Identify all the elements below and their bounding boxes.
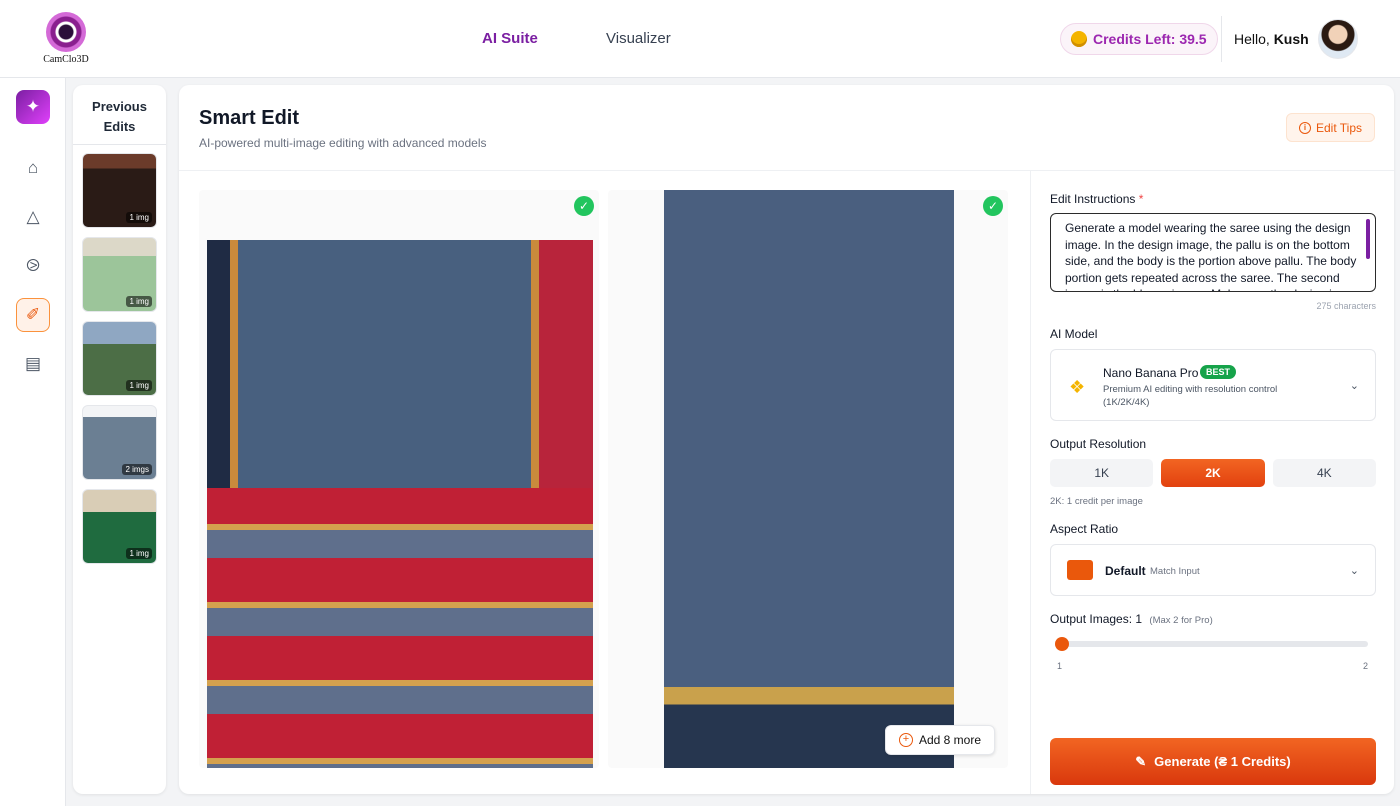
ai-model-dropdown[interactable]: ❖ Nano Banana Pro BEST Premium AI editin… bbox=[1050, 349, 1376, 421]
instructions-label: Edit Instructions * bbox=[1050, 192, 1143, 206]
coins-icon bbox=[1071, 31, 1087, 47]
selected-check-icon[interactable]: ✓ bbox=[574, 196, 594, 216]
instructions-scrollbar[interactable] bbox=[1366, 219, 1370, 259]
required-mark: * bbox=[1138, 192, 1144, 206]
character-count: 275 characters bbox=[1316, 301, 1376, 311]
aspect-ratio-label: Aspect Ratio bbox=[1050, 522, 1119, 536]
generate-button[interactable]: ✎ Generate (₴ 1 Credits) bbox=[1050, 738, 1376, 785]
image-count-badge: 2 imgs bbox=[122, 464, 152, 475]
previous-edit-thumbnail[interactable]: 1 img bbox=[82, 321, 157, 396]
previous-edit-thumbnail[interactable]: 2 imgs bbox=[82, 405, 157, 480]
edit-instructions-input[interactable] bbox=[1050, 213, 1376, 292]
gallery-icon[interactable]: ▤ bbox=[16, 347, 50, 381]
input-image-design[interactable] bbox=[199, 190, 599, 768]
hanger-icon[interactable]: △ bbox=[16, 200, 50, 234]
model-description: Premium AI editing with resolution contr… bbox=[1103, 384, 1278, 408]
output-images-max: (Max 2 for Pro) bbox=[1149, 615, 1213, 626]
camera-logo-icon bbox=[46, 12, 86, 52]
chevron-down-icon: ⌄ bbox=[1349, 380, 1359, 392]
output-images-text: Output Images: 1 bbox=[1050, 612, 1143, 626]
add-more-label: Add 8 more bbox=[918, 733, 982, 747]
model-name: Nano Banana Pro bbox=[1103, 366, 1199, 380]
home-icon[interactable]: ⌂ bbox=[16, 151, 50, 185]
resolution-4k-button[interactable]: 4K bbox=[1272, 459, 1376, 487]
pencil-icon: ✎ bbox=[1135, 753, 1147, 769]
previous-edits-title: Previous Edits bbox=[73, 97, 166, 137]
blouse-fabric-image bbox=[664, 190, 954, 768]
aspect-name: Default bbox=[1105, 564, 1146, 578]
image-count-badge: 1 img bbox=[126, 212, 152, 223]
edit-tips-label: Edit Tips bbox=[1315, 120, 1363, 135]
user-avatar[interactable] bbox=[1318, 19, 1358, 59]
sparkles-icon[interactable]: ✦ bbox=[16, 90, 50, 124]
magic-wand-icon[interactable]: ✐ bbox=[16, 298, 50, 332]
credits-text: Credits Left: 39.5 bbox=[1093, 31, 1207, 47]
credits-badge[interactable]: Credits Left: 39.5 bbox=[1060, 23, 1218, 55]
header-divider bbox=[1221, 16, 1222, 62]
previous-edit-thumbnail[interactable]: 1 img bbox=[82, 153, 157, 228]
previous-edits-title-line1: Previous bbox=[92, 99, 147, 114]
icon-sidebar: ✦ ⌂ △ ⧁ ✐ ▤ bbox=[0, 78, 66, 806]
output-images-slider[interactable] bbox=[1055, 637, 1368, 651]
add-more-images-button[interactable]: + Add 8 more bbox=[885, 725, 995, 755]
resolution-2k-button[interactable]: 2K bbox=[1161, 459, 1265, 487]
output-resolution-label: Output Resolution bbox=[1050, 437, 1147, 451]
slider-max-label: 2 bbox=[1363, 661, 1369, 671]
selected-check-icon[interactable]: ✓ bbox=[983, 196, 1003, 216]
saree-design-image bbox=[207, 240, 593, 768]
smart-edit-card: Smart Edit AI-powered multi-image editin… bbox=[179, 85, 1394, 794]
ai-model-label: AI Model bbox=[1050, 327, 1098, 341]
nav-visualizer[interactable]: Visualizer bbox=[606, 30, 671, 47]
aspect-swatch bbox=[1067, 560, 1093, 580]
input-image-blouse[interactable] bbox=[608, 190, 1008, 768]
previous-edits-panel: Previous Edits 1 img 1 img 1 img 2 imgs … bbox=[73, 85, 166, 794]
best-badge: BEST bbox=[1200, 365, 1237, 379]
top-bar: CamClo3D AI Suite Visualizer Credits Lef… bbox=[0, 0, 1400, 78]
image-count-badge: 1 img bbox=[126, 296, 152, 307]
header-divider bbox=[179, 170, 1394, 171]
slider-min-label: 1 bbox=[1057, 661, 1063, 671]
previous-edits-divider bbox=[73, 144, 166, 145]
image-count-badge: 1 img bbox=[126, 548, 152, 559]
saree-pallu-bands bbox=[207, 488, 593, 768]
panel-divider bbox=[1030, 171, 1031, 794]
resolution-hint: 2K: 1 credit per image bbox=[1050, 496, 1143, 507]
resolution-selector: 1K 2K 4K bbox=[1050, 459, 1376, 487]
user-greeting: Hello, Kush bbox=[1234, 31, 1309, 47]
image-count-badge: 1 img bbox=[126, 380, 152, 391]
brand-name: CamClo3D bbox=[43, 54, 89, 65]
info-icon: i bbox=[1298, 121, 1311, 134]
chevron-down-icon: ⌄ bbox=[1349, 565, 1359, 577]
aspect-ratio-dropdown[interactable]: Default Match Input ⌄ bbox=[1050, 544, 1376, 596]
banana-icon: ❖ bbox=[1069, 377, 1086, 397]
previous-edit-thumbnail[interactable]: 1 img bbox=[82, 237, 157, 312]
page-subtitle: AI-powered multi-image editing with adva… bbox=[199, 136, 487, 150]
page-title: Smart Edit bbox=[199, 107, 300, 129]
aspect-subtext: Match Input bbox=[1150, 566, 1200, 577]
brand-logo[interactable]: CamClo3D bbox=[38, 12, 94, 68]
plus-circle-icon: + bbox=[898, 733, 913, 747]
instructions-label-text: Edit Instructions bbox=[1050, 192, 1136, 206]
edit-tips-button[interactable]: i Edit Tips bbox=[1286, 113, 1375, 142]
resolution-1k-button[interactable]: 1K bbox=[1050, 459, 1154, 487]
slider-handle[interactable] bbox=[1055, 637, 1069, 651]
greeting-text: Hello, bbox=[1234, 31, 1270, 47]
generate-label: Generate (₴ 1 Credits) bbox=[1154, 754, 1291, 769]
previous-edit-thumbnail[interactable]: 1 img bbox=[82, 489, 157, 564]
tag-icon[interactable]: ⧁ bbox=[16, 249, 50, 283]
user-name: Kush bbox=[1273, 31, 1309, 47]
nav-ai-suite[interactable]: AI Suite bbox=[482, 30, 538, 47]
output-images-label: Output Images: 1 (Max 2 for Pro) bbox=[1050, 612, 1213, 626]
previous-edits-title-line2: Edits bbox=[103, 119, 136, 134]
